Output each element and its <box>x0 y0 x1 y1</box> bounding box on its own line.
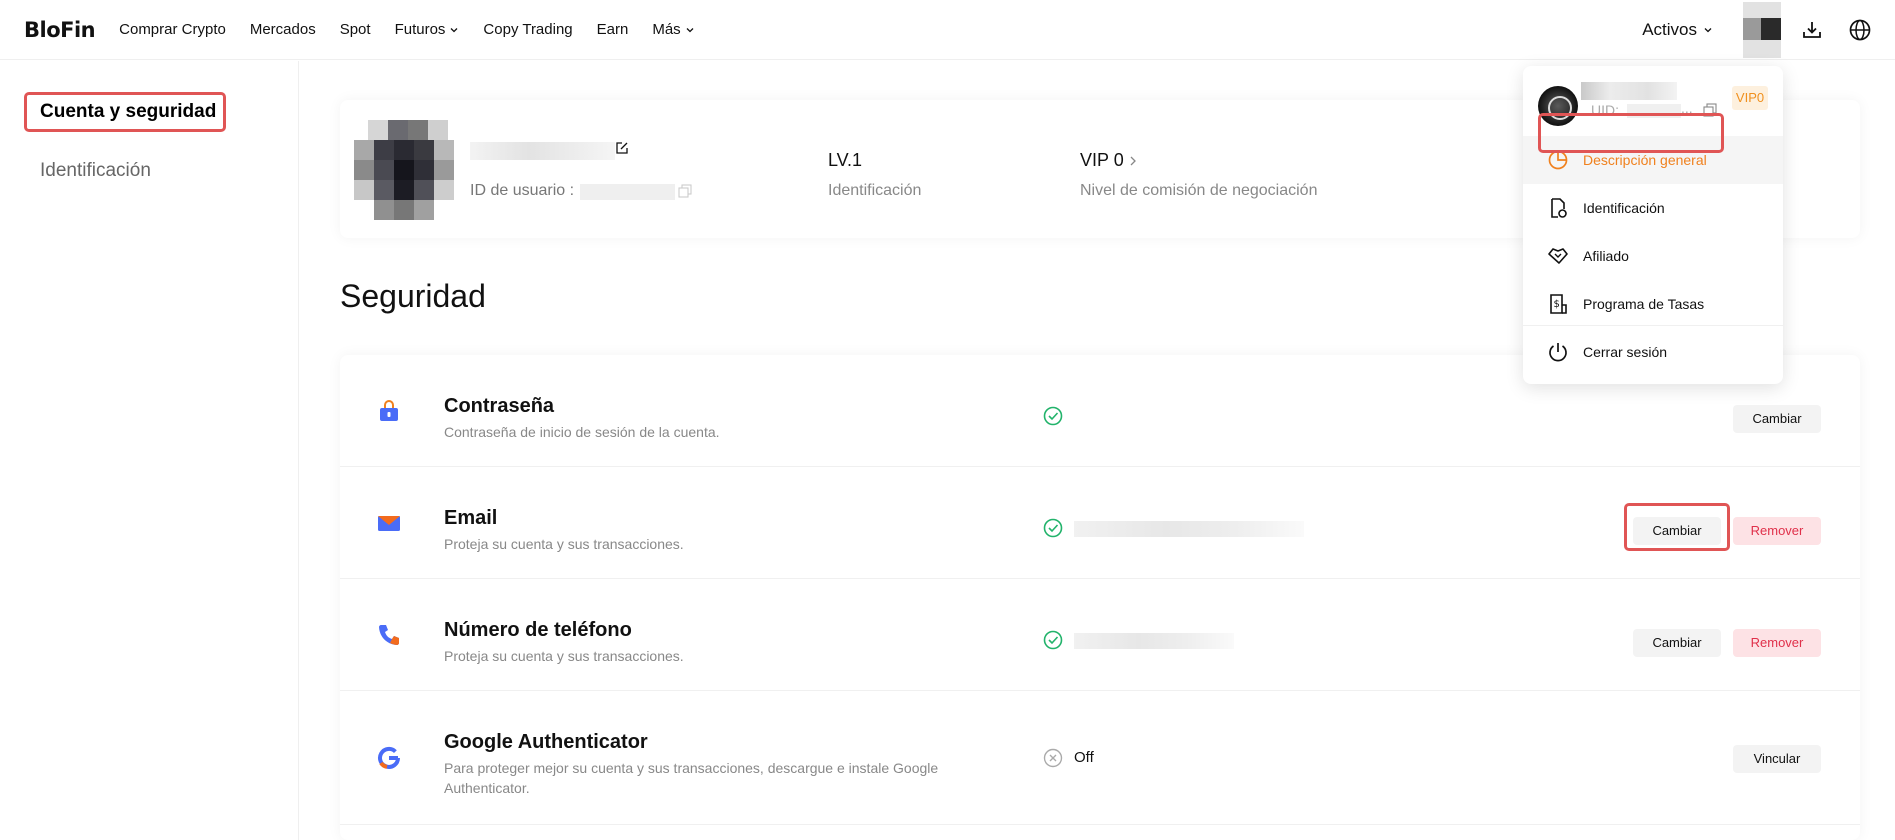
activos-label: Activos <box>1642 20 1697 39</box>
dropdown-username-redacted <box>1581 82 1677 100</box>
nav-item-earn[interactable]: Earn <box>597 21 629 38</box>
nav-label: Comprar Crypto <box>119 21 226 38</box>
security-desc: Para proteger mejor su cuenta y sus tran… <box>444 760 939 796</box>
copy-icon[interactable] <box>678 184 692 198</box>
main-nav: Comprar Crypto Mercados Spot Futuros Cop… <box>119 21 719 38</box>
menu-item-label: Programa de Tasas <box>1583 296 1705 312</box>
security-row-google-authenticator: Google Authenticator Para proteger mejor… <box>340 691 1860 825</box>
nav-item-copy-trading[interactable]: Copy Trading <box>483 21 572 38</box>
security-row-phone: Número de teléfono Proteja su cuenta y s… <box>340 579 1860 691</box>
chevron-right-icon <box>1130 156 1136 165</box>
check-circle-icon <box>1043 406 1063 426</box>
nav-label: Futuros <box>394 21 446 38</box>
vip-level-link[interactable]: VIP 0 <box>1080 150 1138 171</box>
remove-email-button[interactable]: Remover <box>1733 517 1821 545</box>
document-badge-icon <box>1547 197 1569 219</box>
check-circle-icon <box>1043 630 1063 650</box>
security-name: Google Authenticator <box>444 731 648 753</box>
menu-item-cerrar-sesion[interactable]: Cerrar sesión <box>1523 328 1783 376</box>
menu-item-label: Afiliado <box>1583 248 1629 264</box>
menu-item-label: Cerrar sesión <box>1583 344 1668 360</box>
security-name: Número de teléfono <box>444 619 632 641</box>
menu-item-identificacion[interactable]: Identificación <box>1523 184 1783 232</box>
lock-bag-icon <box>380 400 398 421</box>
menu-item-programa-tasas[interactable]: $ Programa de Tasas <box>1523 280 1783 328</box>
nav-item-mercados[interactable]: Mercados <box>250 21 316 38</box>
menu-divider <box>1523 325 1783 326</box>
highlight-box <box>1538 113 1724 153</box>
security-card: Contraseña Contraseña de inicio de sesió… <box>340 355 1860 840</box>
level-label: Identificación <box>828 182 922 199</box>
activos-menu[interactable]: Activos <box>1642 20 1713 40</box>
brand-logo[interactable]: BloFin <box>24 18 96 42</box>
highlight-box <box>24 92 226 132</box>
highlight-box <box>1624 503 1730 551</box>
handshake-icon <box>1547 245 1569 267</box>
sidebar: Cuenta y seguridad Identificación <box>0 61 299 840</box>
change-phone-button[interactable]: Cambiar <box>1633 629 1721 657</box>
nav-item-mas[interactable]: Más <box>652 21 694 38</box>
envelope-icon <box>378 516 400 531</box>
security-desc: Contraseña de inicio de sesión de la cue… <box>444 424 720 440</box>
phone-icon <box>379 625 399 645</box>
vip-badge: VIP0 <box>1732 86 1768 110</box>
status-off: Off <box>1074 749 1094 766</box>
security-name: Email <box>444 507 498 529</box>
level-value: LV.1 <box>828 150 863 170</box>
profile-avatar <box>354 120 464 224</box>
user-avatar-button[interactable] <box>1743 2 1781 58</box>
security-desc: Proteja su cuenta y sus transacciones. <box>444 648 684 664</box>
top-right-actions: Activos <box>1642 0 1895 60</box>
remove-phone-button[interactable]: Remover <box>1733 629 1821 657</box>
nav-item-futuros[interactable]: Futuros <box>395 21 460 38</box>
power-icon <box>1547 341 1569 363</box>
chevron-down-icon <box>686 27 694 32</box>
phone-redacted <box>1074 633 1234 649</box>
menu-item-label: Descripción general <box>1583 152 1707 168</box>
google-icon <box>378 746 400 769</box>
chevron-down-icon <box>450 27 458 32</box>
username-redacted <box>470 142 615 160</box>
email-redacted <box>1074 521 1304 537</box>
security-title: Seguridad <box>340 278 486 314</box>
nav-label: Copy Trading <box>483 21 573 38</box>
user-id-label: ID de usuario : <box>470 182 575 199</box>
sidebar-item-identificacion[interactable]: Identificación <box>40 160 151 182</box>
nav-label: Spot <box>339 21 371 38</box>
globe-icon[interactable] <box>1847 17 1873 43</box>
security-desc: Proteja su cuenta y sus transacciones. <box>444 536 684 552</box>
chevron-down-icon <box>1704 28 1712 33</box>
top-navigation-bar: BloFin Comprar Crypto Mercados Spot Futu… <box>0 0 1895 60</box>
security-row-email: Email Proteja su cuenta y sus transaccio… <box>340 467 1860 579</box>
nav-item-comprar-crypto[interactable]: Comprar Crypto <box>119 21 226 38</box>
menu-item-label: Identificación <box>1583 200 1665 216</box>
nav-item-spot[interactable]: Spot <box>340 21 371 38</box>
user-id-redacted <box>580 184 675 200</box>
menu-item-afiliado[interactable]: Afiliado <box>1523 232 1783 280</box>
edit-icon[interactable] <box>614 140 630 156</box>
vip-label: Nivel de comisión de negociación <box>1080 182 1318 199</box>
vip-value: VIP 0 <box>1080 150 1124 170</box>
account-dropdown-menu: UID: ... VIP0 Descripción general Identi… <box>1523 66 1783 384</box>
check-circle-icon <box>1043 518 1063 538</box>
nav-label: Más <box>652 21 681 38</box>
security-name: Contraseña <box>444 395 555 417</box>
svg-text:$: $ <box>1554 299 1560 310</box>
x-circle-icon <box>1043 748 1063 768</box>
nav-label: Earn <box>596 21 629 38</box>
nav-label: Mercados <box>249 21 316 38</box>
bind-google-authenticator-button[interactable]: Vincular <box>1733 745 1821 773</box>
change-password-button[interactable]: Cambiar <box>1733 405 1821 433</box>
download-icon[interactable] <box>1799 17 1825 43</box>
receipt-icon: $ <box>1547 293 1569 315</box>
